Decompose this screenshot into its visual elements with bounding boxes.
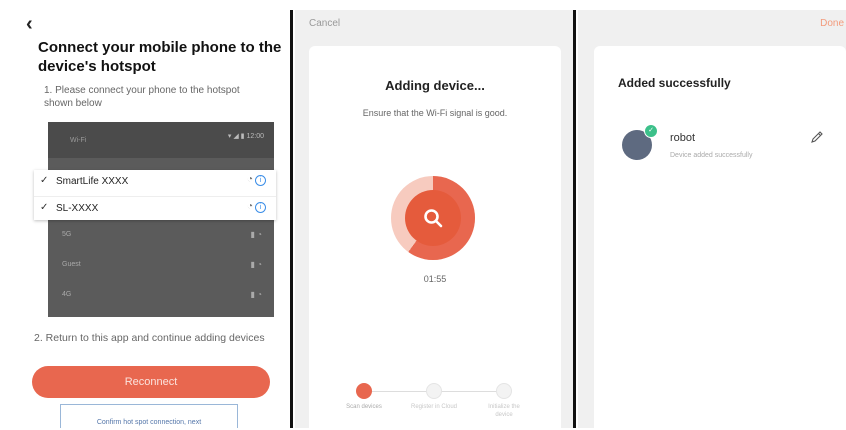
check-icon: ✓ bbox=[40, 175, 49, 186]
network-row: 4G ▮ ◔ bbox=[62, 290, 262, 299]
wifi-icon: ◔ i bbox=[247, 174, 266, 186]
adding-card: Adding device... Ensure that the Wi-Fi s… bbox=[309, 46, 561, 428]
adding-title: Adding device... bbox=[385, 78, 485, 93]
wifi-label: Wi-Fi bbox=[70, 137, 87, 144]
step-1-text: 1. Please connect your phone to the hots… bbox=[44, 85, 240, 109]
network-item-sl[interactable]: ✓ SL-XXXX ◔ i bbox=[34, 196, 276, 221]
network-row: Guest ▮ ◔ bbox=[62, 260, 262, 269]
search-button-circle bbox=[405, 190, 461, 246]
step-dot-initialize bbox=[496, 383, 512, 399]
added-success-panel: Done Added successfully ✓ robot Device a… bbox=[578, 10, 846, 428]
wifi-lock-icon: ▮ ◔ bbox=[250, 290, 262, 299]
wifi-icon: ◔ i bbox=[247, 201, 266, 213]
device-status: Device added successfully bbox=[670, 152, 753, 159]
divider bbox=[290, 10, 293, 428]
hotspot-panel: ‹ Connect your mobile phone to the devic… bbox=[0, 10, 290, 428]
status-bar-text: ▾ ◢ ▮ 12:00 bbox=[227, 133, 264, 140]
step-label-register: Register in Cloud bbox=[410, 404, 458, 410]
confirm-hotspot-button[interactable]: Confirm hot spot connection, next bbox=[60, 404, 238, 428]
step-label-scan: Scan devices bbox=[346, 404, 382, 410]
success-card: Added successfully ✓ robot Device added … bbox=[594, 46, 846, 428]
edit-pencil-icon[interactable] bbox=[810, 130, 824, 144]
phone-status-bar: Wi-Fi ▾ ◢ ▮ 12:00 bbox=[48, 122, 274, 158]
check-badge-icon: ✓ bbox=[644, 124, 658, 138]
step-dot-register bbox=[426, 383, 442, 399]
info-icon[interactable]: i bbox=[255, 175, 266, 186]
wifi-lock-icon: ▮ ◔ bbox=[250, 230, 262, 239]
step-dot-scan bbox=[356, 383, 372, 399]
check-icon: ✓ bbox=[40, 202, 49, 213]
page-title: Connect your mobile phone to the device'… bbox=[38, 39, 282, 75]
wifi-lock-icon: ▮ ◔ bbox=[250, 260, 262, 269]
device-name: robot bbox=[670, 132, 696, 144]
network-row: 5G ▮ ◔ bbox=[62, 230, 262, 239]
adding-device-panel: Cancel Adding device... Ensure that the … bbox=[295, 10, 573, 428]
divider bbox=[573, 10, 576, 428]
back-chevron-icon[interactable]: ‹ bbox=[26, 14, 33, 34]
network-item-smartlife[interactable]: ✓ SmartLife XXXX ◔ i bbox=[34, 170, 276, 194]
adding-subtitle: Ensure that the Wi-Fi signal is good. bbox=[362, 108, 508, 118]
step-label-initialize: Initialize the device bbox=[488, 404, 520, 418]
step-2-text: 2. Return to this app and continue addin… bbox=[34, 332, 265, 344]
reconnect-button[interactable]: Reconnect bbox=[32, 366, 270, 398]
search-icon bbox=[424, 209, 443, 228]
done-button[interactable]: Done bbox=[820, 18, 844, 29]
cancel-button[interactable]: Cancel bbox=[309, 18, 340, 29]
countdown-timer: 01:55 bbox=[423, 274, 447, 284]
success-title: Added successfully bbox=[618, 76, 731, 90]
info-icon[interactable]: i bbox=[255, 202, 266, 213]
network-list-popup: ✓ SmartLife XXXX ◔ i ✓ SL-XXXX ◔ i bbox=[34, 170, 276, 220]
